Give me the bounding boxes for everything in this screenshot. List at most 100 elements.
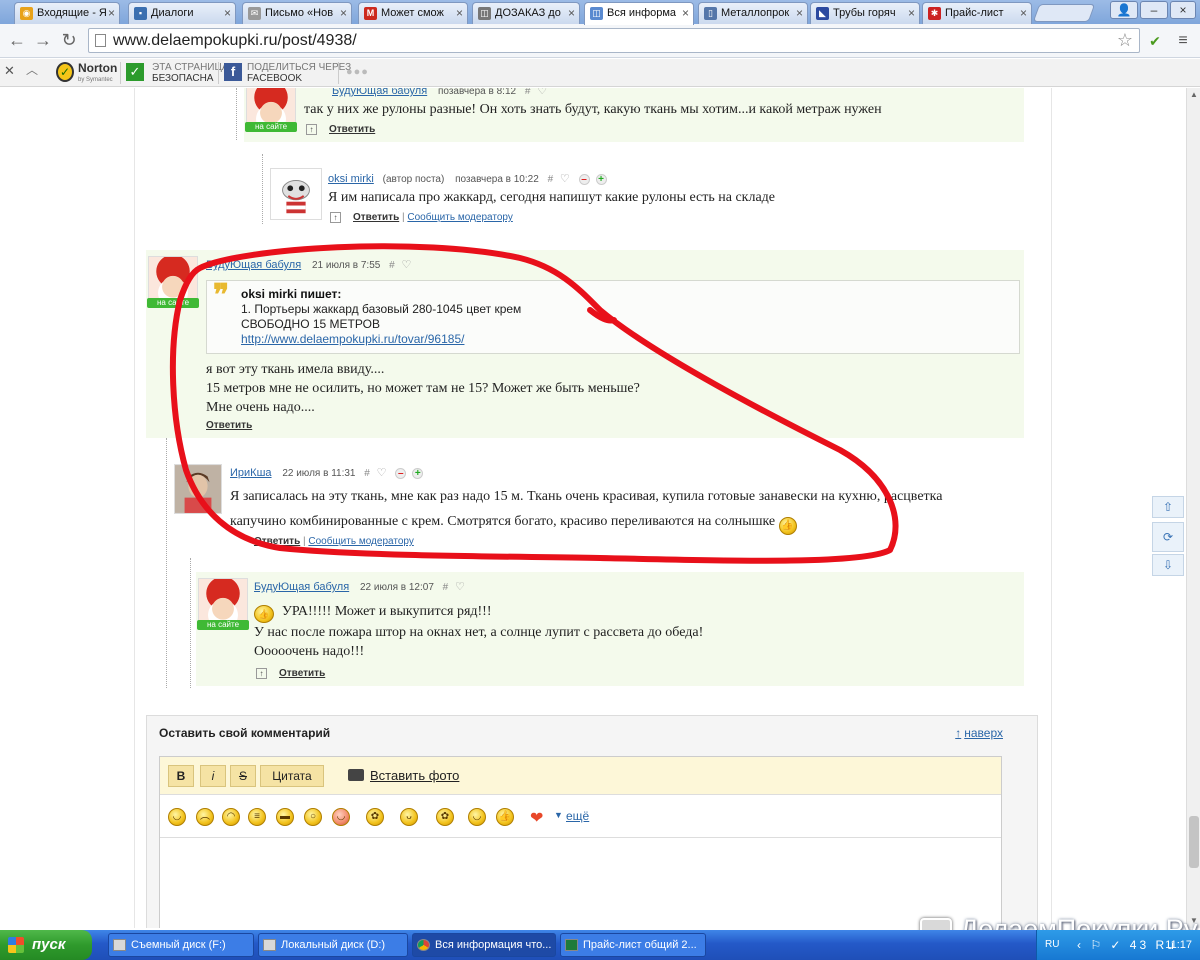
author-link[interactable]: БудуЮщая бабуля (332, 88, 427, 97)
permalink-hash[interactable]: # (443, 582, 449, 593)
heart-icon[interactable]: ♡ (560, 173, 570, 185)
taskbar-item[interactable]: Локальный диск (D:) (258, 933, 408, 957)
taskbar-item[interactable]: Вся информация что... (412, 933, 556, 957)
reply-link[interactable]: Ответить (206, 420, 252, 431)
collapse-icon[interactable]: ︿ (26, 64, 38, 76)
reply-link[interactable]: Ответить (254, 536, 300, 547)
italic-button[interactable]: i (200, 765, 226, 787)
close-window-icon[interactable]: × (1170, 1, 1196, 19)
reply-link[interactable]: Ответить (329, 124, 375, 135)
author-link[interactable]: БудуЮщая бабуля (254, 581, 349, 593)
tab-reorder[interactable]: ◫ ДОЗАКАЗ до × (472, 2, 580, 24)
back-icon[interactable]: ← (6, 29, 28, 51)
smiley-blush-icon[interactable]: ◡ (332, 808, 350, 826)
new-tab-button[interactable] (1032, 4, 1096, 22)
tab-all-info[interactable]: ◫ Вся информа × (584, 2, 694, 25)
reply-link[interactable]: Ответить (353, 212, 399, 223)
taskbar-item[interactable]: Прайс-лист общий 2... (560, 933, 706, 957)
norton-extension-icon[interactable]: ✔ (1144, 30, 1166, 52)
quote-button[interactable]: Цитата (260, 765, 324, 787)
smiley-sad-icon[interactable]: ︵ (196, 808, 214, 826)
tab-may-be[interactable]: M Может смож × (358, 2, 468, 24)
facebook-icon[interactable]: f (224, 63, 242, 81)
scroll-top-button[interactable]: ⇧ (1152, 496, 1184, 518)
author-link[interactable]: ИриКша (230, 467, 272, 479)
report-moderator-link[interactable]: Сообщить модератору (407, 212, 512, 223)
smiley-girl-icon[interactable]: ✿ (366, 808, 384, 826)
bookmark-star-icon[interactable]: ☆ (1117, 29, 1133, 52)
insert-photo-link[interactable]: Вставить фото (370, 768, 459, 783)
smiley-girl-kiss-icon[interactable]: ✿ (436, 808, 454, 826)
permalink-hash[interactable]: # (389, 260, 395, 271)
reload-icon[interactable]: ↻ (58, 29, 80, 51)
heart-icon[interactable]: ♡ (537, 88, 547, 97)
taskbar-item[interactable]: Съемный диск (F:) (108, 933, 254, 957)
quote-link[interactable]: http://www.delaempokupki.ru/tovar/96185/ (241, 332, 464, 346)
report-moderator-link[interactable]: Сообщить модератору (308, 536, 413, 547)
arrow-up-icon[interactable]: ↑ (256, 668, 267, 679)
close-icon[interactable]: × (340, 3, 347, 23)
smiley-tongue-icon[interactable]: ᴗ (400, 808, 418, 826)
vote-down-icon[interactable]: – (395, 468, 407, 479)
back-to-top-link[interactable]: ↑ наверх (955, 726, 1003, 740)
page-scrollbar[interactable]: ▲ ▼ (1186, 88, 1200, 928)
close-icon[interactable]: × (682, 3, 689, 23)
close-icon[interactable]: × (568, 3, 575, 23)
tab-letter[interactable]: ✉ Письмо «Нов × (242, 2, 352, 24)
vote-up-icon[interactable]: + (595, 174, 607, 185)
author-link[interactable]: БудуЮщая бабуля (206, 259, 301, 271)
language-indicator[interactable]: RU (1045, 939, 1059, 950)
tab-metal[interactable]: ▯ Металлопрок × (698, 2, 808, 24)
start-button[interactable]: пуск (0, 930, 92, 960)
tab-inbox[interactable]: ◉ Входящие - Я × (14, 2, 120, 24)
scrollbar-thumb[interactable] (1189, 816, 1199, 868)
heart-icon[interactable]: ♡ (377, 467, 387, 479)
close-icon[interactable]: × (1020, 3, 1027, 23)
permalink-hash[interactable]: # (548, 174, 554, 185)
close-icon[interactable]: × (224, 3, 231, 23)
address-bar[interactable]: www.delaempokupki.ru/post/4938/ ☆ (88, 28, 1140, 53)
permalink-hash[interactable]: # (525, 88, 531, 97)
smiley-grin-icon[interactable]: ≡ (248, 808, 266, 826)
comment-textarea[interactable] (160, 839, 1001, 928)
close-icon[interactable]: × (456, 3, 463, 23)
vote-up-icon[interactable]: + (412, 468, 424, 479)
tab-pipes[interactable]: ◣ Трубы горяч × (810, 2, 920, 24)
heart-icon[interactable]: ❤ (530, 808, 543, 828)
reply-link[interactable]: Ответить (279, 668, 325, 679)
refresh-comments-button[interactable]: ⟳ (1152, 522, 1184, 552)
menu-icon[interactable]: ≡ (1172, 30, 1194, 52)
tray-icons[interactable]: ‹ ⚐ ✓ 43 Ru (1077, 938, 1177, 952)
smiley-thumbs-up-icon[interactable]: 👍 (496, 808, 514, 826)
heart-icon[interactable]: ♡ (401, 259, 411, 271)
heart-icon[interactable]: ♡ (455, 581, 465, 593)
forward-icon[interactable]: → (32, 29, 54, 51)
vote-down-icon[interactable]: – (578, 174, 590, 185)
share-line2[interactable]: FACEBOOK (247, 73, 302, 84)
avatar[interactable] (174, 464, 222, 514)
scroll-up-icon[interactable]: ▲ (1187, 88, 1200, 102)
more-icon[interactable]: ●●● (346, 67, 369, 78)
close-icon[interactable]: ✕ (4, 64, 15, 77)
smiley-cool-icon[interactable]: ▬ (276, 808, 294, 826)
strike-button[interactable]: S (230, 765, 256, 787)
user-icon[interactable]: 👤 (1110, 1, 1138, 19)
arrow-up-icon[interactable]: ↑ (330, 212, 341, 223)
smiley-laugh-icon[interactable]: ◡ (468, 808, 486, 826)
avatar[interactable] (270, 168, 322, 220)
close-icon[interactable]: × (796, 3, 803, 23)
close-icon[interactable]: × (108, 3, 115, 23)
tab-dialogs[interactable]: ▪ Диалоги × (128, 2, 236, 24)
bold-button[interactable]: B (168, 765, 194, 787)
arrow-up-icon[interactable]: ↑ (306, 124, 317, 135)
author-link[interactable]: oksi mirki (328, 173, 374, 185)
scroll-bottom-button[interactable]: ⇩ (1152, 554, 1184, 576)
smiley-angel-icon[interactable]: ◡ (168, 808, 186, 826)
smiley-surprised-icon[interactable]: ○ (304, 808, 322, 826)
close-icon[interactable]: × (908, 3, 915, 23)
permalink-hash[interactable]: # (364, 468, 370, 479)
tab-price-list[interactable]: ✱ Прайс-лист × (922, 2, 1032, 24)
smiley-wink-icon[interactable]: ◠ (222, 808, 240, 826)
more-smileys-link[interactable]: ещё (566, 809, 589, 823)
minimize-icon[interactable]: – (1140, 1, 1168, 19)
